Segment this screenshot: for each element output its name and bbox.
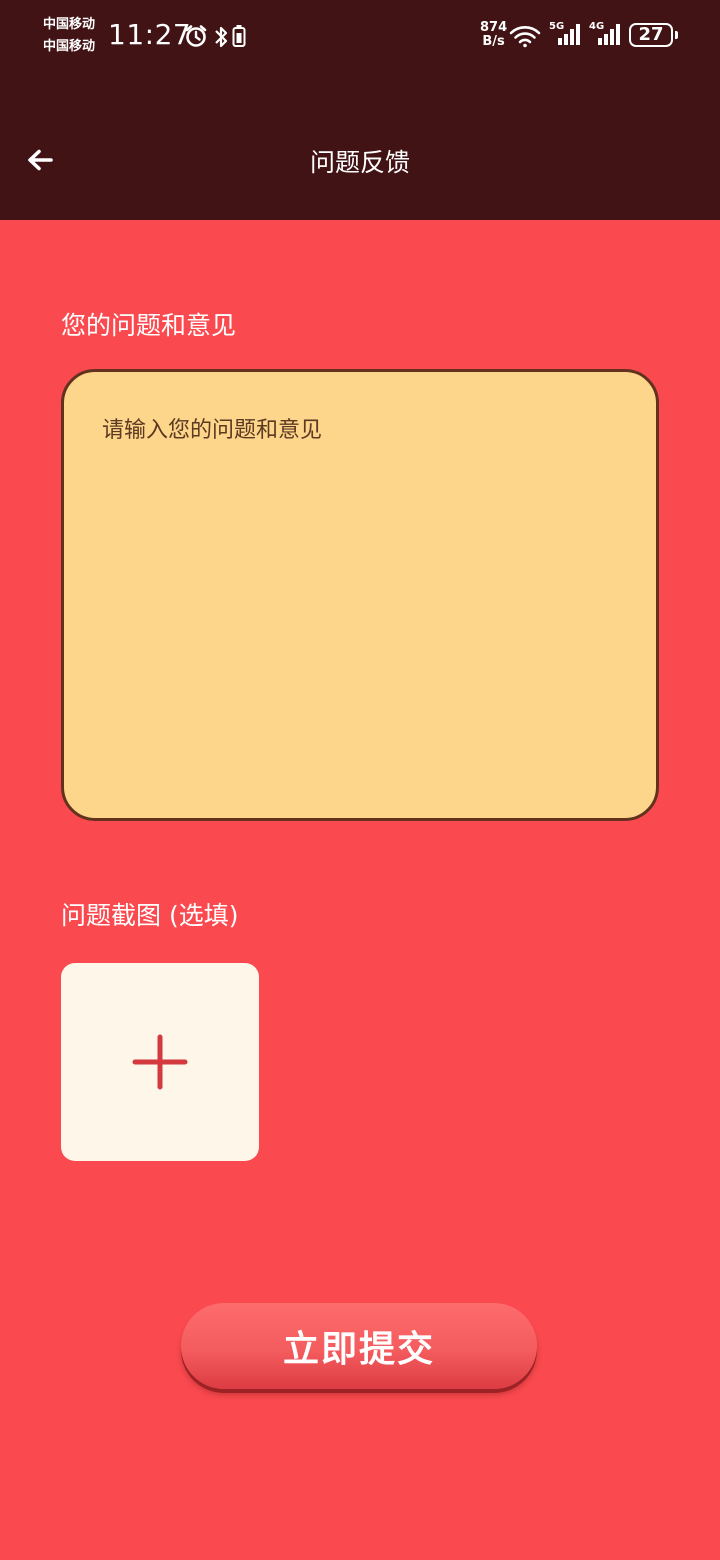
bluetooth-icon bbox=[215, 26, 228, 48]
app-header: 中国移动 中国移动 11:27 874 B/s 5G 4G 27 问题反馈 bbox=[0, 0, 720, 220]
status-time: 11:27 bbox=[108, 18, 192, 51]
network-speed: 874 B/s bbox=[480, 21, 507, 49]
network-speed-value: 874 bbox=[480, 20, 508, 35]
carrier-2: 中国移动 bbox=[43, 39, 96, 54]
feedback-input[interactable] bbox=[61, 369, 659, 821]
battery-saver-icon bbox=[232, 25, 246, 47]
carrier-1: 中国移动 bbox=[43, 17, 96, 32]
add-screenshot-button[interactable] bbox=[61, 963, 259, 1161]
plus-icon bbox=[132, 1034, 188, 1090]
feedback-label: 您的问题和意见 bbox=[61, 311, 237, 340]
wifi-icon bbox=[509, 26, 541, 48]
network-speed-unit: B/s bbox=[482, 34, 505, 49]
carrier-info: 中国移动 中国移动 bbox=[43, 14, 95, 58]
signal-icon-2 bbox=[598, 24, 620, 45]
battery-icon: 27 bbox=[629, 23, 673, 47]
alarm-icon bbox=[185, 25, 207, 47]
screenshot-label: 问题截图 (选填) bbox=[61, 901, 239, 930]
page-title: 问题反馈 bbox=[309, 148, 410, 177]
battery-tip bbox=[675, 31, 678, 39]
signal-icon bbox=[558, 24, 580, 45]
submit-button[interactable]: 立即提交 bbox=[181, 1303, 537, 1389]
